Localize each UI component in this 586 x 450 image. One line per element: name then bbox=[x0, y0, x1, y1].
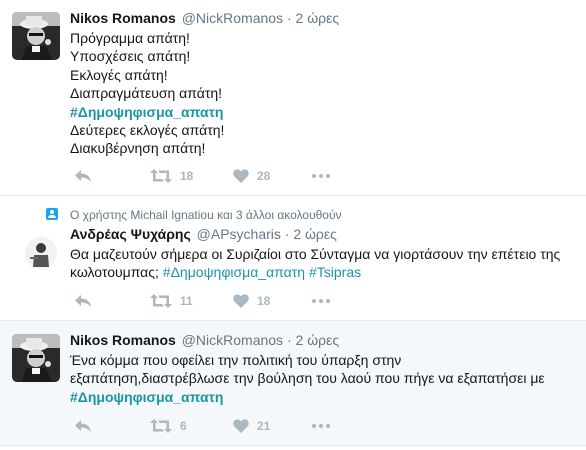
like-count: 21 bbox=[257, 419, 271, 433]
tweet-text-line: Διακυβέρνηση απάτη! bbox=[70, 140, 206, 157]
tweet-text: Ένα κόμμα που οφείλει την πολιτική του ύ… bbox=[70, 351, 580, 406]
retweet-count: 11 bbox=[180, 294, 193, 308]
tweet-text-line: Ένα κόμμα που οφείλει την πολιτική του ύ… bbox=[70, 352, 402, 368]
reply-icon bbox=[74, 294, 92, 308]
follow-context-icon bbox=[46, 208, 58, 220]
retweet-icon bbox=[150, 169, 172, 183]
display-name[interactable]: Ανδρέας Ψυχάρης bbox=[70, 226, 191, 242]
user-handle[interactable]: @APsycharis bbox=[197, 226, 281, 242]
hashtag-link[interactable]: #Tsipras bbox=[309, 264, 361, 280]
tweet-text-line: Διαπραγμάτευση απάτη! bbox=[70, 85, 223, 102]
reply-button[interactable] bbox=[74, 291, 92, 311]
retweet-icon bbox=[150, 419, 172, 433]
retweet-icon bbox=[150, 294, 172, 308]
more-dots-icon bbox=[312, 174, 330, 178]
more-dots-icon bbox=[312, 299, 330, 303]
like-button[interactable]: 28 bbox=[233, 166, 270, 186]
tweet-text-line: Υποσχέσεις απάτη! bbox=[70, 48, 191, 65]
follow-context[interactable]: Ο χρήστης Michail Ignatiou και 3 άλλοι α… bbox=[70, 208, 342, 222]
timestamp[interactable]: 2 ώρες bbox=[296, 332, 340, 348]
hashtag-link[interactable]: #Δημοψηφισμα_απατη bbox=[163, 264, 305, 280]
reply-icon bbox=[74, 169, 92, 183]
display-name[interactable]: Nikos Romanos bbox=[70, 332, 176, 348]
tweet-text-line: Πρόγραμμα απάτη! bbox=[70, 30, 190, 46]
more-button[interactable] bbox=[312, 166, 330, 186]
tweet-text-line: κωλοτουμπας; #Δημοψηφισμα_απατη #Tsipras bbox=[70, 263, 580, 281]
tweet-text: Πρόγραμμα απάτη! Υποσχέσεις απάτη! Εκλογ… bbox=[70, 29, 580, 158]
more-button[interactable] bbox=[312, 416, 330, 436]
retweet-button[interactable]: 18 bbox=[150, 166, 193, 186]
tweet-text: Θα μαζευτούν σήμερα οι Συριζαίοι στο Σύν… bbox=[70, 245, 580, 282]
separator-dot: · bbox=[286, 10, 292, 26]
separator-dot: · bbox=[284, 226, 290, 242]
tweet-text-fragment: κωλοτουμπας; bbox=[70, 264, 159, 281]
timestamp[interactable]: 2 ώρες bbox=[293, 226, 337, 242]
more-button[interactable] bbox=[312, 291, 330, 311]
retweet-button[interactable]: 6 bbox=[150, 416, 187, 436]
heart-icon bbox=[233, 419, 249, 433]
tweet-text-line: Θα μαζευτούν σήμερα οι Συριζαίοι στο Σύν… bbox=[70, 246, 561, 262]
display-name[interactable]: Nikos Romanos bbox=[70, 10, 176, 26]
tweet-text-line: Δεύτερες εκλογές απάτη! bbox=[70, 122, 225, 139]
hashtag-link[interactable]: #Δημοψηφισμα_απατη bbox=[70, 388, 580, 406]
reply-button[interactable] bbox=[74, 166, 92, 186]
heart-icon bbox=[233, 169, 249, 183]
tweet-text-line: Εκλογές απάτη! bbox=[70, 66, 168, 83]
tweet-text-line: εξαπάτηση,διαστρέβλωσε την βούληση του λ… bbox=[70, 370, 545, 387]
separator-dot: · bbox=[286, 332, 292, 348]
user-handle[interactable]: @NickRomanos bbox=[182, 332, 283, 348]
retweet-button[interactable]: 11 bbox=[150, 291, 193, 311]
heart-icon bbox=[233, 294, 249, 308]
avatar[interactable] bbox=[25, 237, 57, 269]
reply-icon bbox=[74, 419, 92, 433]
avatar[interactable] bbox=[12, 334, 60, 382]
more-dots-icon bbox=[312, 424, 330, 428]
reply-button[interactable] bbox=[74, 416, 92, 436]
timestamp[interactable]: 2 ώρες bbox=[296, 10, 340, 26]
avatar[interactable] bbox=[12, 12, 60, 60]
hashtag-link[interactable]: #Δημοψηφισμα_απατη bbox=[70, 103, 580, 121]
like-count: 28 bbox=[257, 169, 271, 183]
like-count: 18 bbox=[257, 294, 271, 308]
user-handle[interactable]: @NickRomanos bbox=[182, 10, 283, 26]
retweet-count: 18 bbox=[180, 169, 194, 183]
tweet[interactable]: Nikos Romanos @NickRomanos · 2 ώρες Πρόγ… bbox=[0, 0, 586, 196]
retweet-count: 6 bbox=[180, 419, 187, 433]
like-button[interactable]: 18 bbox=[233, 291, 270, 311]
like-button[interactable]: 21 bbox=[233, 416, 270, 436]
